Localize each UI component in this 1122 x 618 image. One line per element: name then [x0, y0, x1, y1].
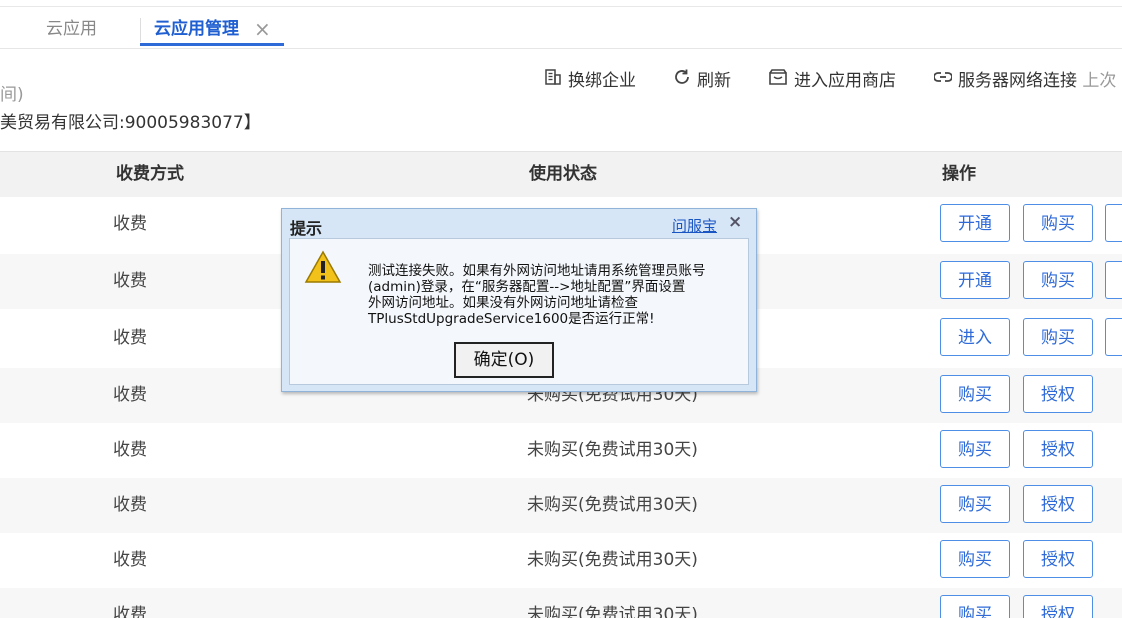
table-header: 收费方式 使用状态 操作: [0, 151, 1122, 197]
buy-button[interactable]: 购买: [1023, 204, 1093, 242]
ask-service-link[interactable]: 问服宝: [672, 215, 717, 236]
company-info: 美贸易有限公司:90005983077】: [0, 113, 261, 133]
column-header-status: 使用状态: [529, 164, 597, 184]
table-row: 收费 未购买(免费试用30天) 购买 授权: [0, 423, 1122, 478]
buy-button[interactable]: 购买: [940, 375, 1010, 413]
table-row: 收费 未购买(免费试用30天) 购买 授权: [0, 533, 1122, 588]
authorize-button[interactable]: 授权: [1023, 595, 1093, 618]
last-sync-text: 上次: [1082, 71, 1117, 91]
more-action-button[interactable]: [1105, 318, 1122, 356]
enter-app-store-label: 进入应用商店: [794, 71, 896, 91]
server-network-connection-label: 服务器网络连接: [958, 71, 1077, 91]
more-action-button[interactable]: [1105, 204, 1122, 242]
charge-cell: 收费: [113, 214, 147, 234]
dialog-title: 提示: [290, 219, 323, 238]
dialog-message-line: TPlusStdUpgradeService1600是否运行正常!: [368, 311, 655, 327]
tab-bar: 云应用 云应用管理 ×: [0, 0, 1122, 49]
server-network-connection-button[interactable]: 服务器网络连接 上次: [933, 68, 1117, 94]
refresh-icon: [673, 68, 691, 94]
dialog-message-line: 测试连接失败。如果有外网访问地址请用系统管理员账号: [368, 263, 706, 279]
column-header-charge: 收费方式: [116, 164, 184, 184]
dialog-message-line: (admin)登录，在“服务器配置-->地址配置”界面设置: [368, 279, 686, 295]
buy-button[interactable]: 购买: [940, 485, 1010, 523]
refresh-label: 刷新: [697, 71, 731, 91]
close-icon[interactable]: ×: [728, 212, 742, 232]
charge-cell: 收费: [113, 605, 147, 618]
tab-divider: [140, 18, 141, 42]
authorize-button[interactable]: 授权: [1023, 375, 1093, 413]
info-fragment-top: 间): [0, 85, 24, 105]
buy-button[interactable]: 购买: [940, 595, 1010, 618]
top-divider: [0, 6, 1122, 7]
charge-cell: 收费: [113, 385, 147, 405]
tab-cloud-app-management[interactable]: 云应用管理: [154, 14, 239, 44]
refresh-button[interactable]: 刷新: [673, 68, 731, 94]
link-icon: [933, 68, 953, 94]
rebind-company-label: 换绑企业: [568, 71, 636, 91]
charge-cell: 收费: [113, 328, 147, 348]
ok-button[interactable]: 确定(O): [454, 342, 554, 378]
enter-app-store-button[interactable]: 进入应用商店: [768, 68, 896, 94]
charge-cell: 收费: [113, 550, 147, 570]
more-action-button[interactable]: [1105, 261, 1122, 299]
alert-dialog: 提示 问服宝 × 测试连接失败。如果有外网访问地址请用系统管理员账号 (admi…: [281, 208, 757, 392]
tab-close-icon[interactable]: ×: [254, 14, 271, 44]
active-tab-indicator: [140, 43, 284, 46]
rebind-company-button[interactable]: 换绑企业: [544, 68, 636, 94]
buy-button[interactable]: 购买: [940, 430, 1010, 468]
buy-button[interactable]: 购买: [1023, 261, 1093, 299]
dialog-message-line: 外网访问地址。如果没有外网访问地址请检查: [368, 295, 638, 311]
authorize-button[interactable]: 授权: [1023, 430, 1093, 468]
status-cell: 未购买(免费试用30天): [527, 495, 698, 515]
dialog-message: 测试连接失败。如果有外网访问地址请用系统管理员账号 (admin)登录，在“服务…: [368, 263, 750, 327]
charge-cell: 收费: [113, 495, 147, 515]
buy-button[interactable]: 购买: [940, 540, 1010, 578]
authorize-button[interactable]: 授权: [1023, 540, 1093, 578]
activate-button[interactable]: 开通: [940, 261, 1010, 299]
status-cell: 未购买(免费试用30天): [527, 550, 698, 570]
table-row: 收费 未购买(免费试用30天) 购买 授权: [0, 588, 1122, 618]
enter-button[interactable]: 进入: [940, 318, 1010, 356]
buy-button[interactable]: 购买: [1023, 318, 1093, 356]
warning-icon: [304, 250, 342, 288]
status-cell: 未购买(免费试用30天): [527, 605, 698, 618]
tab-cloud-apps[interactable]: 云应用: [46, 14, 97, 44]
charge-cell: 收费: [113, 440, 147, 460]
building-icon: [544, 68, 562, 94]
authorize-button[interactable]: 授权: [1023, 485, 1093, 523]
column-header-actions: 操作: [942, 164, 976, 184]
activate-button[interactable]: 开通: [940, 204, 1010, 242]
store-icon: [768, 68, 788, 94]
dialog-body: 测试连接失败。如果有外网访问地址请用系统管理员账号 (admin)登录，在“服务…: [289, 238, 749, 385]
charge-cell: 收费: [113, 271, 147, 291]
status-cell: 未购买(免费试用30天): [527, 440, 698, 460]
table-row: 收费 未购买(免费试用30天) 购买 授权: [0, 478, 1122, 533]
